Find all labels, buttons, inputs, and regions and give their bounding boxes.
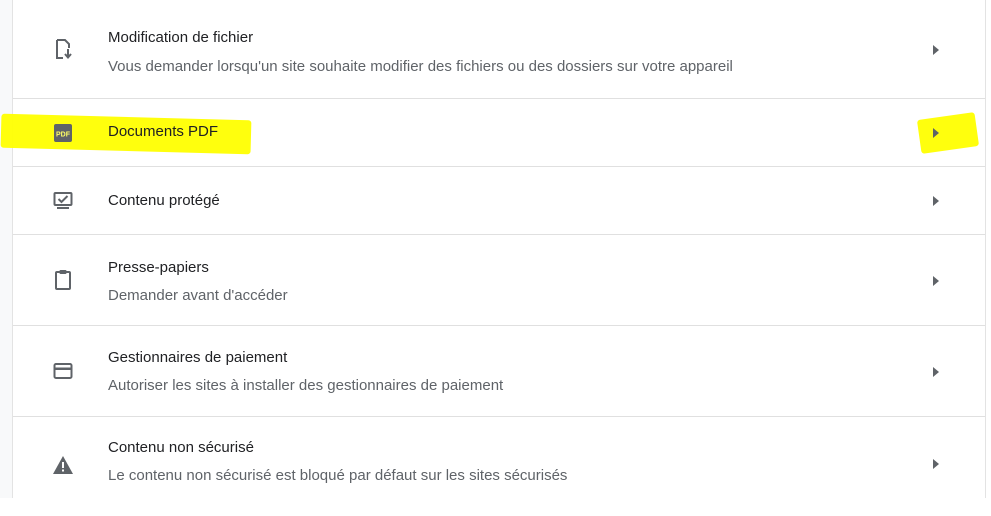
clipboard-icon [52,269,74,291]
svg-text:PDF: PDF [56,132,71,139]
setting-subtitle: Demander avant d'accéder [108,287,288,304]
setting-row-pdf-documents[interactable]: PDF Documents PDF [0,98,985,166]
setting-row-insecure-content[interactable]: Contenu non sécurisé Le contenu non sécu… [13,416,985,498]
site-settings-list: Modification de fichier Vous demander lo… [0,0,986,498]
setting-title: Contenu protégé [108,192,220,209]
setting-row-protected-content[interactable]: Contenu protégé [13,166,985,234]
payment-card-icon [52,360,74,382]
left-rail [0,0,12,516]
setting-title: Gestionnaires de paiement [108,349,288,366]
page-bottom-area [0,498,991,516]
setting-title: Modification de fichier [108,29,254,46]
pdf-icon: PDF [52,122,74,144]
highlight-mark-arrow [916,112,980,154]
setting-title: Presse-papiers [108,259,209,276]
setting-row-clipboard[interactable]: Presse-papiers Demander avant d'accéder [13,234,985,325]
setting-subtitle: Autoriser les sites à installer des gest… [108,377,504,394]
settings-page: Modification de fichier Vous demander lo… [0,0,991,516]
chevron-right-icon [931,195,941,207]
setting-title: Contenu non sécurisé [108,439,254,456]
chevron-right-icon [931,44,941,56]
protected-content-icon [52,190,74,212]
setting-row-file-editing[interactable]: Modification de fichier Vous demander lo… [13,0,985,98]
warning-icon [52,454,74,476]
chevron-right-icon [931,366,941,378]
file-edit-icon [52,38,74,60]
chevron-right-icon [931,275,941,287]
setting-subtitle: Vous demander lorsqu'un site souhaite mo… [108,58,733,75]
setting-title: Documents PDF [108,123,219,140]
chevron-right-icon [931,127,941,139]
setting-subtitle: Le contenu non sécurisé est bloqué par d… [108,467,568,484]
setting-row-payment-handlers[interactable]: Gestionnaires de paiement Autoriser les … [13,325,985,416]
chevron-right-icon [931,458,941,470]
